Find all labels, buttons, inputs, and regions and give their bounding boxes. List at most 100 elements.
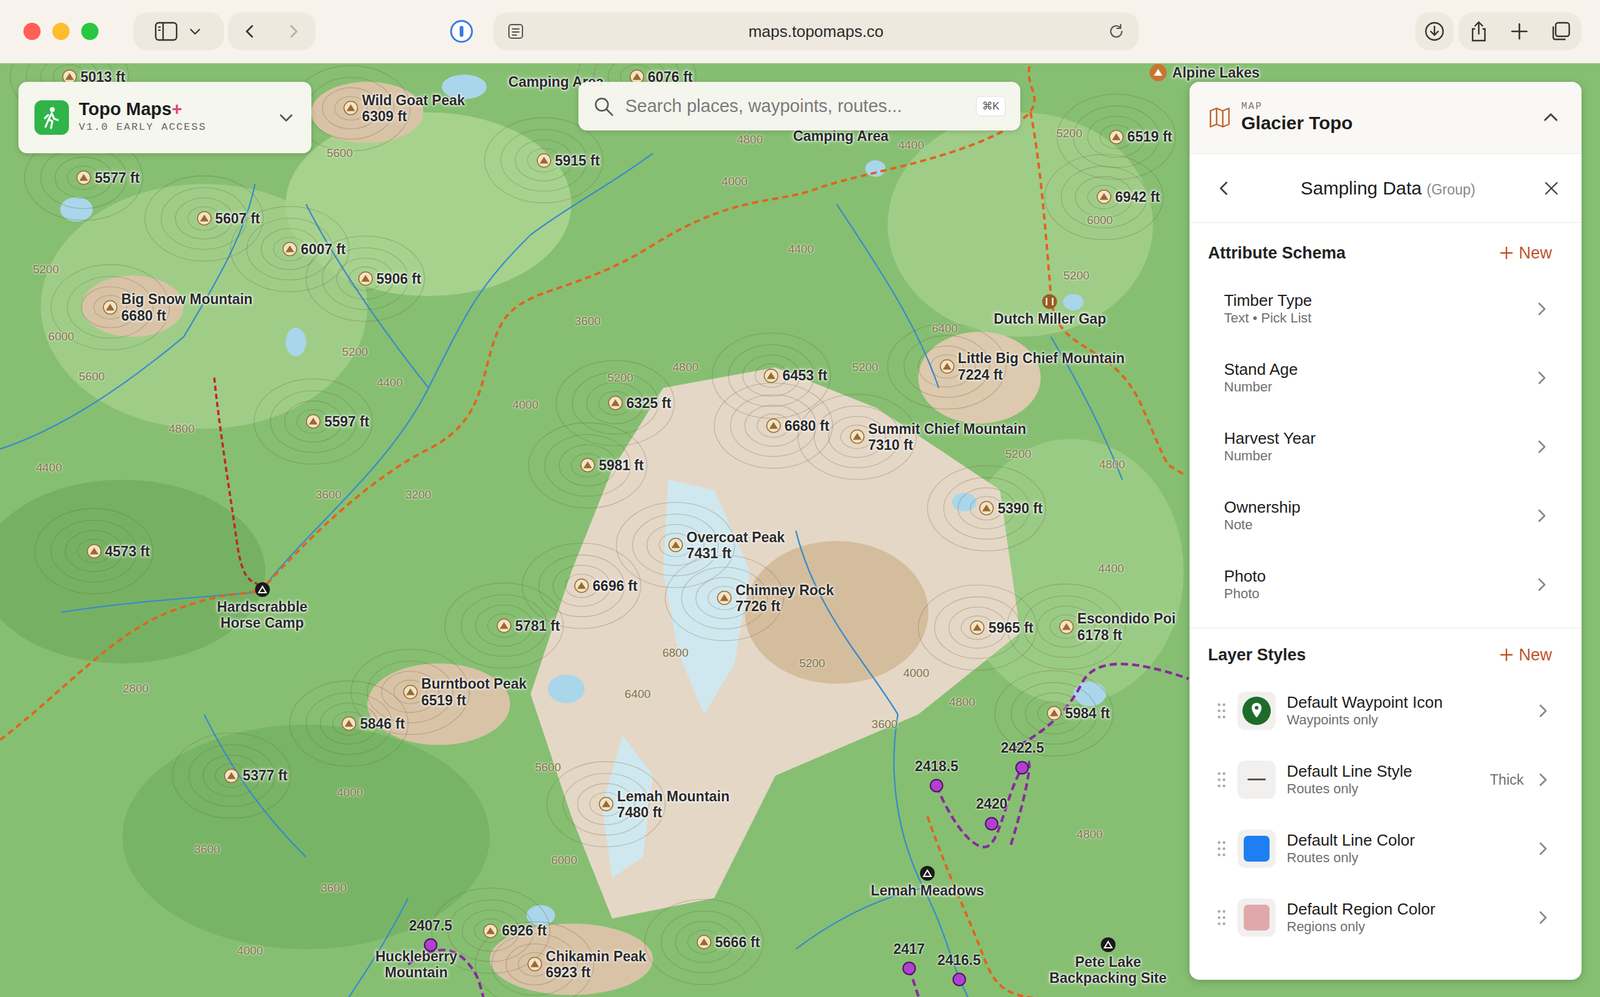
peak-label[interactable]: Overcoat Peak7431 ft [668,528,786,562]
drag-handle-icon[interactable] [1216,770,1227,789]
panel-header[interactable]: MAPGlacier Topo [1189,81,1582,154]
minimize-button[interactable] [52,22,70,40]
chevron-right-icon[interactable] [1532,299,1551,319]
chevron-right-icon[interactable] [284,22,303,41]
peak-label[interactable]: Big Snow Mountain6680 ft [102,291,253,324]
peak-label[interactable]: 5377 ft [224,767,288,784]
camp-icon [254,581,271,598]
share-icon[interactable] [1468,20,1489,43]
peak-label[interactable]: 5965 ft [969,619,1034,636]
peak-label[interactable]: Summit Chief Mountain7310 ft [849,420,1027,453]
sidebar-icon[interactable] [154,21,178,42]
chevron-right-icon[interactable] [1532,506,1551,525]
layer-style-row[interactable]: Default Waypoint IconWaypoints only [1189,676,1582,746]
place-name: Mountain [375,964,458,981]
reload-icon[interactable] [1107,22,1126,41]
drag-handle-icon[interactable] [1216,839,1227,858]
peak-label[interactable]: Escondido Poi6178 ft [1059,610,1176,644]
download-icon[interactable] [1423,20,1446,43]
chevron-right-icon[interactable] [1533,770,1552,789]
peak-label[interactable]: 6325 ft [608,395,672,412]
chevron-right-icon[interactable] [1532,368,1551,388]
place-label[interactable]: Lemah Meadows [870,865,984,899]
peak-label[interactable]: 4573 ft [86,542,151,559]
close-button[interactable] [23,22,41,40]
peak-label[interactable]: 5577 ft [76,169,140,186]
peak-label[interactable]: 6926 ft [483,922,547,939]
peak-label[interactable]: 5984 ft [1046,705,1111,722]
peak-label[interactable]: 5607 ft [196,210,261,227]
waypoint[interactable]: 2407.5 [408,914,452,952]
peak-label[interactable]: Chikamin Peak6923 ft [527,948,647,981]
plus-icon[interactable] [1499,245,1514,261]
close-icon[interactable] [1542,179,1561,198]
peak-label[interactable]: Little Big Chief Mountain7224 ft [939,350,1125,383]
place-label[interactable]: Pete LakeBackpacking Site [1049,936,1167,987]
waypoint[interactable]: 2422.5 [1000,737,1044,775]
layer-style-row[interactable]: Default Region ColorRegions only [1189,883,1582,952]
peak-label[interactable]: 5597 ft [305,413,370,430]
peak-label[interactable]: Lemah Mountain7480 ft [598,787,730,821]
chevron-right-icon[interactable] [1533,701,1552,720]
new-button[interactable]: New [1499,240,1552,266]
waypoint[interactable]: 2418.5 [915,755,959,793]
new-tab-icon[interactable] [1509,21,1530,42]
schema-row[interactable]: Stand AgeNumber [1189,343,1582,413]
place-label[interactable]: HuckleberryMountain [375,948,458,981]
chevron-right-icon[interactable] [1532,437,1551,456]
tabs-overview-icon[interactable] [1550,20,1572,42]
search-input[interactable] [624,92,967,121]
address-bar[interactable]: maps.topomaps.co [492,12,1140,51]
schema-row[interactable]: Timber TypeText • Pick List [1189,274,1582,344]
chevron-down-icon[interactable] [276,108,296,127]
zoom-button[interactable] [81,22,99,40]
new-button[interactable]: New [1499,642,1552,668]
chevron-right-icon[interactable] [1533,908,1552,927]
peak-label[interactable]: 5846 ft [341,715,405,732]
chevron-left-icon[interactable] [240,22,260,41]
app-switcher[interactable]: Topo Maps+V1.0 EARLY ACCESS [18,81,312,154]
place-label[interactable]: HardscrabbleHorse Camp [217,581,308,632]
waypoint[interactable]: 2420 [976,793,1008,831]
layer-style-row[interactable]: Default Line StyleRoutes onlyThick [1189,745,1582,815]
search-bar[interactable]: ⌘K [578,81,1021,131]
place-label[interactable]: Dutch Miller Gap [993,293,1107,327]
plus-icon[interactable] [1499,647,1514,663]
chevron-left-icon[interactable] [1214,178,1234,199]
schema-row[interactable]: OwnershipNote [1189,481,1582,551]
peak-label[interactable]: Wild Goat Peak6309 ft [343,92,465,125]
drag-handle-icon[interactable] [1216,701,1227,720]
chevron-right-icon[interactable] [1532,575,1551,594]
peak-label[interactable]: Burntboot Peak6519 ft [403,675,527,709]
peak-label[interactable]: 6680 ft [766,417,830,434]
peak-label[interactable]: Chimney Rock7726 ft [716,581,834,615]
layer-style-row[interactable]: Default Line ColorRoutes only [1189,814,1582,884]
peak-label[interactable]: 5666 ft [696,933,760,950]
peak-label[interactable]: 5981 ft [580,457,644,474]
sidebar-button[interactable] [132,12,224,51]
chevron-up-icon[interactable] [1540,107,1561,128]
schema-row[interactable]: PhotoPhoto [1189,550,1582,620]
chevron-right-icon[interactable] [1533,839,1552,858]
waypoint[interactable]: 2417 [893,937,925,976]
place-label[interactable]: Alpine Lakes [1148,63,1260,82]
peak-label[interactable]: 5915 ft [536,152,600,168]
password-icon[interactable] [449,19,474,44]
schema-row[interactable]: Harvest YearNumber [1189,412,1582,482]
peak-label[interactable]: 6519 ft [1108,128,1173,145]
drag-handle-icon[interactable] [1216,908,1227,927]
app-plus: + [171,99,183,119]
chevron-down-icon[interactable] [187,24,203,39]
waypoint[interactable]: 2416.5 [937,948,981,987]
peak-label[interactable]: 6453 ft [763,367,828,384]
peak-label[interactable]: 6007 ft [282,241,346,258]
peak-label[interactable]: 6696 ft [574,577,638,594]
peak-label[interactable]: 5906 ft [358,270,422,287]
map-view[interactable]: 4800400044003600440056005200600056004800… [0,63,1600,997]
downloads-button[interactable] [1415,12,1454,51]
peak-label[interactable]: 6942 ft [1096,188,1160,205]
peak-label[interactable]: 5781 ft [496,617,560,634]
peak-label[interactable]: 5390 ft [979,500,1043,517]
reader-icon[interactable] [506,22,525,41]
password-button[interactable] [449,19,474,44]
